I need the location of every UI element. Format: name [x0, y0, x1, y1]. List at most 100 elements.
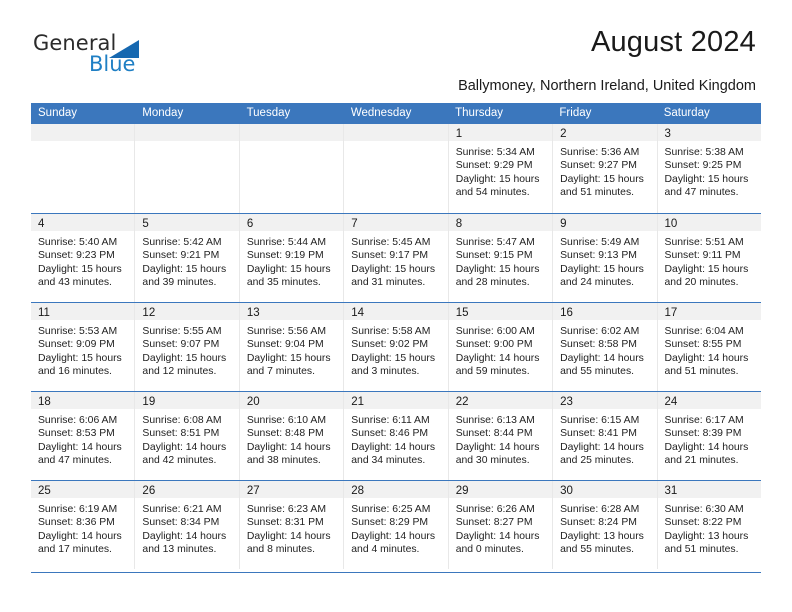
- day-info: [344, 141, 447, 146]
- calendar-day-cell[interactable]: 5 Sunrise: 5:42 AM Sunset: 9:21 PM Daylight…: [135, 214, 240, 302]
- daylight-text-line1: Daylight: 14 hours: [246, 441, 331, 453]
- daylight-text-line1: Daylight: 14 hours: [351, 441, 436, 453]
- calendar-day-cell[interactable]: 10 Sunrise: 5:51 AM Sunset: 9:11 PM Dayligh…: [657, 214, 761, 302]
- day-info: Sunrise: 5:58 AM Sunset: 9:02 PM Daylight:…: [344, 320, 447, 379]
- calendar-day-cell[interactable]: 7 Sunrise: 5:45 AM Sunset: 9:17 PM Daylight…: [344, 214, 449, 302]
- day-info: Sunrise: 6:00 AM Sunset: 9:00 PM Daylight:…: [449, 320, 552, 379]
- sunset-text: Sunset: 9:21 PM: [142, 250, 220, 262]
- day-info: Sunrise: 5:56 AM Sunset: 9:04 PM Daylight:…: [240, 320, 343, 379]
- weekday-header-sunday: Sunday: [38, 107, 78, 119]
- daylight-text-line1: Daylight: 14 hours: [664, 352, 749, 364]
- day-number-band: 14: [344, 303, 448, 320]
- daylight-text-line1: Daylight: 15 hours: [664, 263, 749, 275]
- calendar-day-cell[interactable]: 14 Sunrise: 5:58 AM Sunset: 9:02 PM Dayligh…: [344, 303, 449, 391]
- calendar-day-cell[interactable]: 16 Sunrise: 6:02 AM Sunset: 8:58 PM Dayligh…: [553, 303, 658, 391]
- sunrise-text: Sunrise: 6:15 AM: [560, 415, 640, 426]
- calendar-day-cell[interactable]: 23 Sunrise: 6:15 AM Sunset: 8:41 PM Dayligh…: [553, 392, 658, 480]
- sunset-text: Sunset: 8:22 PM: [664, 517, 742, 529]
- calendar-day-cell[interactable]: 1 Sunrise: 5:34 AM Sunset: 9:29 PM Daylight…: [448, 124, 554, 213]
- day-number-band: [31, 124, 135, 141]
- day-number-band: 23: [553, 392, 657, 409]
- daylight-text-line2: and 38 minutes.: [246, 455, 321, 467]
- day-number: 31: [664, 485, 678, 497]
- calendar-day-cell[interactable]: 12 Sunrise: 5:55 AM Sunset: 9:07 PM Dayligh…: [135, 303, 240, 391]
- weekday-header-friday: Friday: [559, 107, 592, 119]
- calendar-day-cell[interactable]: 13 Sunrise: 5:56 AM Sunset: 9:04 PM Dayligh…: [239, 303, 345, 391]
- sunset-text: Sunset: 8:24 PM: [560, 517, 637, 529]
- day-number-band: 13: [239, 303, 344, 320]
- day-info: Sunrise: 6:08 AM Sunset: 8:51 PM Daylight:…: [135, 409, 238, 468]
- daylight-text-line2: and 51 minutes.: [560, 187, 635, 199]
- calendar-page: General Blue August 2024 Ballymoney, Nor…: [0, 0, 792, 612]
- day-info: Sunrise: 5:47 AM Sunset: 9:15 PM Daylight:…: [449, 231, 552, 290]
- day-number-band: 8: [448, 214, 553, 231]
- day-number: 30: [560, 485, 573, 497]
- sunrise-text: Sunrise: 5:42 AM: [142, 237, 222, 248]
- calendar-day-cell[interactable]: 21 Sunrise: 6:11 AM Sunset: 8:46 PM Dayligh…: [344, 392, 449, 480]
- calendar-day-cell[interactable]: 30 Sunrise: 6:28 AM Sunset: 8:24 PM Dayligh…: [553, 481, 658, 569]
- calendar-day-cell[interactable]: 25 Sunrise: 6:19 AM Sunset: 8:36 PM Dayligh…: [31, 481, 136, 569]
- sunset-text: Sunset: 9:07 PM: [142, 339, 220, 351]
- calendar-day-cell[interactable]: 17 Sunrise: 6:04 AM Sunset: 8:55 PM Dayligh…: [657, 303, 761, 391]
- calendar-day-cell[interactable]: 2 Sunrise: 5:36 AM Sunset: 9:27 PM Daylight…: [553, 124, 658, 213]
- daylight-text-line1: Daylight: 15 hours: [38, 263, 122, 275]
- calendar-day-cell[interactable]: 11 Sunrise: 5:53 AM Sunset: 9:09 PM Dayligh…: [31, 303, 136, 391]
- calendar-day-cell[interactable]: 15 Sunrise: 6:00 AM Sunset: 9:00 PM Dayligh…: [448, 303, 554, 391]
- day-info: [240, 141, 343, 146]
- daylight-text-line1: Daylight: 14 hours: [560, 441, 644, 453]
- sunrise-text: Sunrise: 5:38 AM: [664, 147, 744, 158]
- calendar-day-cell[interactable]: 18 Sunrise: 6:06 AM Sunset: 8:53 PM Dayligh…: [31, 392, 136, 480]
- calendar-day-cell[interactable]: 28 Sunrise: 6:25 AM Sunset: 8:29 PM Dayligh…: [344, 481, 449, 569]
- sunrise-text: Sunrise: 5:55 AM: [142, 326, 222, 337]
- sunrise-text: Sunrise: 6:21 AM: [142, 504, 222, 515]
- calendar-day-cell[interactable]: 24 Sunrise: 6:17 AM Sunset: 8:39 PM Dayligh…: [657, 392, 761, 480]
- sunset-text: Sunset: 8:48 PM: [246, 428, 324, 440]
- sunset-text: Sunset: 8:39 PM: [664, 428, 742, 440]
- day-info: Sunrise: 6:21 AM Sunset: 8:34 PM Daylight:…: [135, 498, 238, 557]
- daylight-text-line2: and 7 minutes.: [246, 366, 316, 378]
- sunrise-text: Sunrise: 6:00 AM: [455, 326, 535, 337]
- sunset-text: Sunset: 8:51 PM: [142, 428, 220, 440]
- day-number-band: 4: [31, 214, 135, 231]
- calendar-day-cell[interactable]: 20 Sunrise: 6:10 AM Sunset: 8:48 PM Dayligh…: [239, 392, 345, 480]
- day-number-band: 6: [239, 214, 344, 231]
- day-number-band: 19: [135, 392, 239, 409]
- daylight-text-line2: and 51 minutes.: [664, 366, 739, 378]
- calendar-day-cell[interactable]: 8 Sunrise: 5:47 AM Sunset: 9:15 PM Daylight…: [448, 214, 554, 302]
- calendar-day-cell[interactable]: 3 Sunrise: 5:38 AM Sunset: 9:25 PM Daylight…: [657, 124, 761, 213]
- calendar-day-cell[interactable]: 19 Sunrise: 6:08 AM Sunset: 8:51 PM Dayligh…: [135, 392, 240, 480]
- calendar-cell-empty: [344, 124, 449, 213]
- calendar-day-cell[interactable]: 31 Sunrise: 6:30 AM Sunset: 8:22 PM Dayligh…: [657, 481, 761, 569]
- day-number: 14: [351, 307, 365, 319]
- day-number: 29: [455, 485, 469, 497]
- sunset-text: Sunset: 8:44 PM: [455, 428, 533, 440]
- calendar-day-cell[interactable]: 9 Sunrise: 5:49 AM Sunset: 9:13 PM Daylight…: [553, 214, 658, 302]
- sunset-text: Sunset: 8:36 PM: [38, 517, 115, 529]
- calendar-day-cell[interactable]: 26 Sunrise: 6:21 AM Sunset: 8:34 PM Dayligh…: [135, 481, 240, 569]
- calendar-cell-empty: [31, 124, 136, 213]
- calendar-day-cell[interactable]: 29 Sunrise: 6:26 AM Sunset: 8:27 PM Dayligh…: [448, 481, 554, 569]
- calendar-day-cell[interactable]: 4 Sunrise: 5:40 AM Sunset: 9:23 PM Daylight…: [31, 214, 136, 302]
- day-number-band: 2: [553, 124, 657, 141]
- day-number-band: [344, 124, 448, 141]
- calendar-week-row: 1 Sunrise: 5:34 AM Sunset: 9:29 PM Daylight…: [31, 124, 761, 213]
- sunset-text: Sunset: 9:19 PM: [246, 250, 324, 262]
- day-number-band: 12: [135, 303, 239, 320]
- day-info: [31, 141, 134, 146]
- sunrise-text: Sunrise: 6:28 AM: [560, 504, 640, 515]
- day-info: Sunrise: 6:02 AM Sunset: 8:58 PM Daylight:…: [553, 320, 656, 379]
- daylight-text-line1: Daylight: 14 hours: [560, 352, 644, 364]
- calendar-day-cell[interactable]: 22 Sunrise: 6:13 AM Sunset: 8:44 PM Dayligh…: [448, 392, 554, 480]
- sunrise-text: Sunrise: 5:58 AM: [351, 326, 431, 337]
- day-number-band: 25: [31, 481, 135, 498]
- calendar-day-cell[interactable]: 27 Sunrise: 6:23 AM Sunset: 8:31 PM Dayligh…: [239, 481, 345, 569]
- calendar-cell-empty: [135, 124, 240, 213]
- day-number-band: 29: [448, 481, 553, 498]
- weekday-header-thursday: Thursday: [455, 107, 504, 119]
- day-info: Sunrise: 5:44 AM Sunset: 9:19 PM Daylight:…: [240, 231, 343, 290]
- general-blue-logo[interactable]: General Blue: [33, 31, 183, 79]
- day-number: 7: [351, 218, 358, 230]
- daylight-text-line2: and 28 minutes.: [455, 277, 530, 289]
- calendar-day-cell[interactable]: 6 Sunrise: 5:44 AM Sunset: 9:19 PM Daylight…: [239, 214, 345, 302]
- daylight-text-line2: and 35 minutes.: [246, 277, 321, 289]
